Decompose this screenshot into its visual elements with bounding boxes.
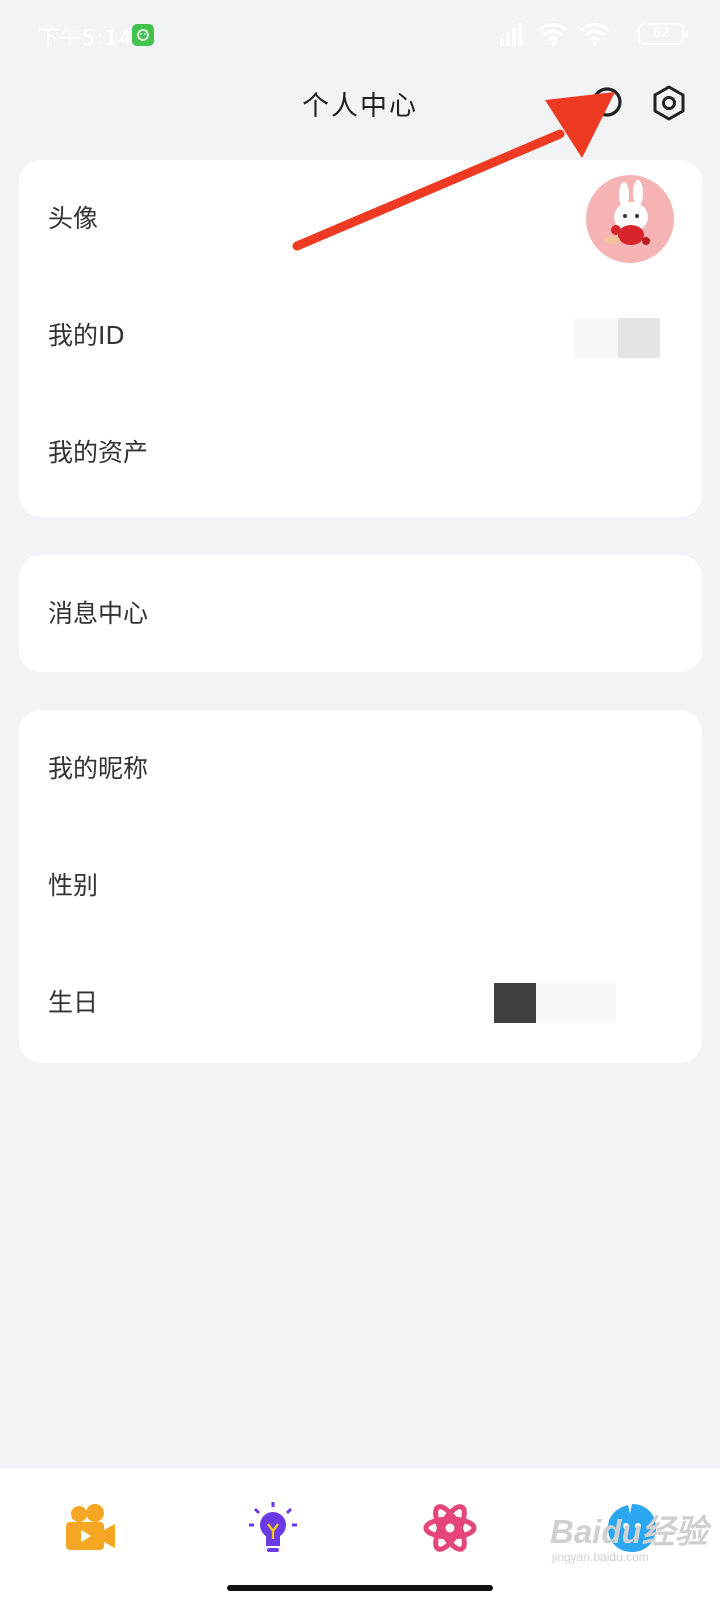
wifi-icon — [538, 23, 568, 47]
row-label: 生日 — [48, 988, 99, 1017]
message-card: 消息中心 — [19, 555, 702, 672]
baidu-jingyan-watermark: Baidu经验 jingyan.baidu.com — [550, 1505, 715, 1575]
redaction-block — [536, 983, 616, 1023]
wifi-icon-2 — [580, 23, 610, 47]
row-my-assets[interactable]: 我的资产 — [19, 394, 702, 511]
redaction-block — [494, 983, 536, 1023]
redaction-block — [618, 318, 660, 358]
row-gender[interactable]: 性别 — [19, 827, 702, 944]
app-notification-icon — [132, 24, 154, 46]
row-label: 我的ID — [48, 321, 125, 350]
birthday-value-redacted — [494, 983, 616, 1023]
row-my-id[interactable]: 我的ID — [19, 277, 702, 394]
signal-icon — [500, 23, 522, 46]
row-label: 我的昵称 — [48, 754, 149, 783]
watermark-brand: Baidu经验 — [550, 1513, 708, 1550]
status-bar: 下午5:14 82 — [0, 0, 720, 70]
settings-gear-icon[interactable] — [650, 84, 688, 122]
row-birthday[interactable]: 生日 — [19, 944, 702, 1061]
battery-indicator: 82 — [638, 23, 688, 45]
profile-card: 头像 我的ID 我的资产 — [19, 160, 702, 517]
status-time: 下午5:14 — [38, 26, 134, 50]
top-bar: 个人中心 — [0, 70, 720, 138]
message-bubble-icon[interactable] — [588, 84, 626, 122]
status-indicators: 82 — [490, 20, 688, 48]
row-label: 性别 — [48, 871, 99, 900]
row-label: 头像 — [48, 204, 99, 233]
redaction-block — [574, 318, 618, 358]
info-card: 我的昵称 性别 生日 — [19, 710, 702, 1063]
video-camera-icon[interactable] — [62, 1500, 118, 1556]
row-message-center[interactable]: 消息中心 — [19, 555, 702, 672]
row-label: 我的资产 — [48, 438, 149, 467]
home-indicator — [227, 1585, 493, 1591]
watermark-url: jingyan.baidu.com — [552, 1550, 649, 1564]
row-avatar[interactable]: 头像 — [19, 160, 702, 277]
row-label: 消息中心 — [48, 599, 149, 628]
row-nickname[interactable]: 我的昵称 — [19, 710, 702, 827]
rabbit-avatar-icon — [604, 180, 650, 245]
avatar[interactable] — [586, 175, 674, 263]
atom-icon[interactable] — [422, 1500, 478, 1556]
id-value-redacted — [574, 318, 660, 358]
lightbulb-icon[interactable] — [245, 1500, 301, 1556]
